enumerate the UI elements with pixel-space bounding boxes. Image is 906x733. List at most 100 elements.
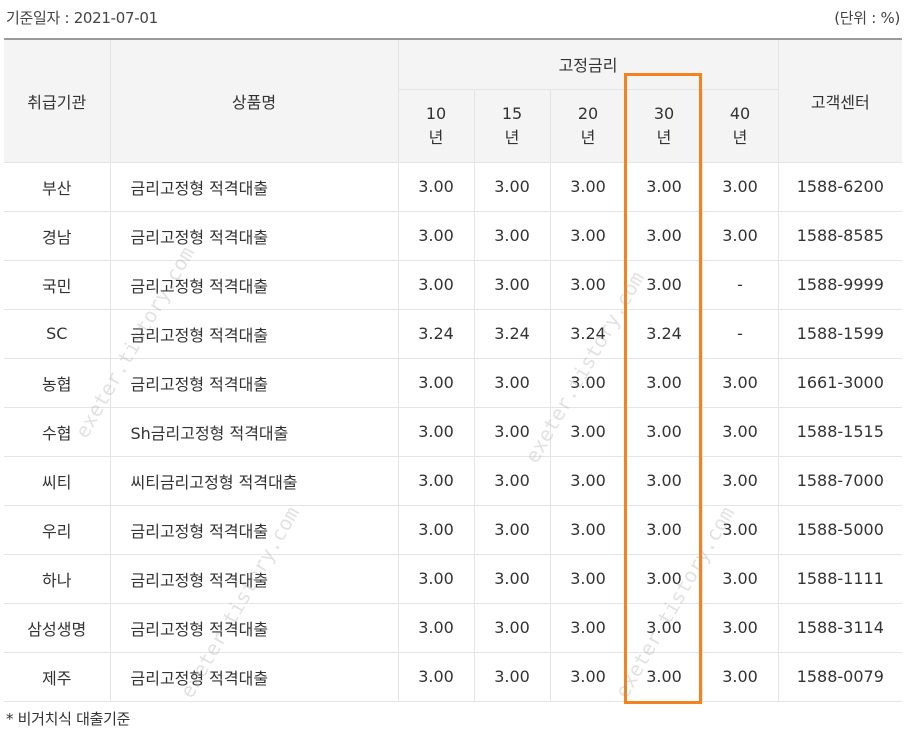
- cell-product: 금리고정형 적격대출: [109, 554, 398, 604]
- cell-rate-40: 3.00: [701, 456, 779, 506]
- table-row: 부산 금리고정형 적격대출 3.00 3.00 3.00 3.00 3.00 1588-620…: [4, 162, 903, 212]
- cell-rate-10: 3.00: [397, 162, 474, 212]
- cell-phone: 1588-3114: [777, 603, 903, 653]
- cell-rate-40: -: [701, 309, 779, 359]
- cell-phone: 1588-7000: [777, 456, 903, 506]
- cell-phone: 1588-5000: [777, 505, 903, 555]
- cell-phone: 1588-8585: [777, 211, 903, 261]
- cell-rate-10: 3.00: [397, 505, 474, 555]
- cell-rate-15: 3.00: [473, 603, 550, 653]
- cell-rate-30: 3.00: [625, 603, 702, 653]
- cell-bank: SC: [4, 309, 110, 359]
- header-customer-center: 고객센터: [777, 38, 903, 163]
- cell-product: 금리고정형 적격대출: [109, 603, 398, 653]
- cell-rate-15: 3.00: [473, 407, 550, 457]
- cell-bank: 경남: [4, 211, 110, 261]
- cell-rate-15: 3.00: [473, 358, 550, 408]
- cell-product: 금리고정형 적격대출: [109, 309, 398, 359]
- cell-rate-20: 3.24: [549, 309, 626, 359]
- cell-rate-40: 3.00: [701, 358, 779, 408]
- cell-bank: 농협: [4, 358, 110, 408]
- table-header: 취급기관 상품명 고정금리 고객센터 10 년 15 년 20 년 30 년 40 년: [4, 38, 903, 163]
- unit-label: (단위 : %): [834, 9, 900, 27]
- cell-bank: 수협: [4, 407, 110, 457]
- cell-rate-15: 3.24: [473, 309, 550, 359]
- cell-rate-30: 3.00: [625, 358, 702, 408]
- cell-bank: 제주: [4, 652, 110, 702]
- cell-product: 금리고정형 적격대출: [109, 505, 398, 555]
- cell-rate-40: -: [701, 260, 779, 310]
- cell-rate-40: 3.00: [701, 407, 779, 457]
- cell-bank: 국민: [4, 260, 110, 310]
- table-row: SC 금리고정형 적격대출 3.24 3.24 3.24 3.24-1588-1599: [4, 309, 903, 359]
- cell-rate-20: 3.00: [549, 603, 626, 653]
- cell-rate-10: 3.00: [397, 407, 474, 457]
- cell-rate-40: 3.00: [701, 505, 779, 555]
- header-fixed-rate: 고정금리: [397, 38, 779, 90]
- cell-rate-10: 3.00: [397, 260, 474, 310]
- cell-rate-30: 3.00: [625, 505, 702, 555]
- cell-phone: 1588-1515: [777, 407, 903, 457]
- table-row: 삼성생명 금리고정형 적격대출 3.00 3.00 3.00 3.00 3.00 1588-3…: [4, 603, 903, 653]
- cell-rate-15: 3.00: [473, 260, 550, 310]
- cell-rate-15: 3.00: [473, 162, 550, 212]
- cell-rate-40: 3.00: [701, 211, 779, 261]
- table-row: 국민 금리고정형 적격대출 3.00 3.00 3.00 3.00-1588-9999: [4, 260, 903, 310]
- cell-rate-40: 3.00: [701, 652, 779, 702]
- top-bar: 기준일자 : 2021-07-01 (단위 : %): [0, 0, 906, 34]
- cell-product: Sh금리고정형 적격대출: [109, 407, 398, 457]
- header-product: 상품명: [109, 38, 398, 163]
- cell-phone: 1588-1599: [777, 309, 903, 359]
- rate-table: 취급기관 상품명 고정금리 고객센터 10 년 15 년 20 년 30 년 40 년 부…: [4, 38, 903, 702]
- cell-product: 금리고정형 적격대출: [109, 358, 398, 408]
- header-term-10: 10 년: [397, 89, 474, 163]
- cell-product: 금리고정형 적격대출: [109, 162, 398, 212]
- cell-phone: 1661-3000: [777, 358, 903, 408]
- header-term-20: 20 년: [549, 89, 626, 163]
- cell-phone: 1588-9999: [777, 260, 903, 310]
- cell-phone: 1588-1111: [777, 554, 903, 604]
- cell-rate-30: 3.00: [625, 211, 702, 261]
- cell-rate-10: 3.00: [397, 211, 474, 261]
- table-body: 부산 금리고정형 적격대출 3.00 3.00 3.00 3.00 3.00 1588-620…: [4, 162, 903, 702]
- cell-rate-20: 3.00: [549, 358, 626, 408]
- cell-rate-10: 3.24: [397, 309, 474, 359]
- cell-rate-20: 3.00: [549, 554, 626, 604]
- cell-bank: 우리: [4, 505, 110, 555]
- cell-rate-30: 3.00: [625, 456, 702, 506]
- table-row: 하나 금리고정형 적격대출 3.00 3.00 3.00 3.00 3.00 1588-111…: [4, 554, 903, 604]
- cell-product: 금리고정형 적격대출: [109, 652, 398, 702]
- cell-rate-30: 3.00: [625, 652, 702, 702]
- cell-rate-30: 3.00: [625, 162, 702, 212]
- cell-product: 금리고정형 적격대출: [109, 211, 398, 261]
- cell-rate-40: 3.00: [701, 554, 779, 604]
- cell-rate-20: 3.00: [549, 652, 626, 702]
- cell-rate-15: 3.00: [473, 211, 550, 261]
- cell-rate-15: 3.00: [473, 505, 550, 555]
- table-row: 농협 금리고정형 적격대출 3.00 3.00 3.00 3.00 3.00 1661-300…: [4, 358, 903, 408]
- base-date: 기준일자 : 2021-07-01: [6, 9, 158, 27]
- cell-product: 금리고정형 적격대출: [109, 260, 398, 310]
- cell-bank: 부산: [4, 162, 110, 212]
- cell-rate-40: 3.00: [701, 603, 779, 653]
- cell-phone: 1588-0079: [777, 652, 903, 702]
- cell-rate-10: 3.00: [397, 603, 474, 653]
- cell-phone: 1588-6200: [777, 162, 903, 212]
- cell-rate-20: 3.00: [549, 162, 626, 212]
- cell-rate-20: 3.00: [549, 407, 626, 457]
- cell-rate-30: 3.24: [625, 309, 702, 359]
- table-row: 우리 금리고정형 적격대출 3.00 3.00 3.00 3.00 3.00 1588-500…: [4, 505, 903, 555]
- cell-rate-15: 3.00: [473, 554, 550, 604]
- cell-rate-20: 3.00: [549, 456, 626, 506]
- header-term-30: 30 년: [625, 89, 702, 163]
- cell-rate-10: 3.00: [397, 456, 474, 506]
- table-row: 경남 금리고정형 적격대출 3.00 3.00 3.00 3.00 3.00 1588-858…: [4, 211, 903, 261]
- footnote: * 비거치식 대출기준: [6, 710, 131, 728]
- table-row: 제주 금리고정형 적격대출 3.00 3.00 3.00 3.00 3.00 1588-007…: [4, 652, 903, 702]
- header-term-15: 15 년: [473, 89, 550, 163]
- cell-rate-15: 3.00: [473, 456, 550, 506]
- cell-rate-10: 3.00: [397, 358, 474, 408]
- table-row: 씨티 씨티금리고정형 적격대출 3.00 3.00 3.00 3.00 3.00 1588-7…: [4, 456, 903, 506]
- cell-product: 씨티금리고정형 적격대출: [109, 456, 398, 506]
- header-term-40: 40 년: [701, 89, 779, 163]
